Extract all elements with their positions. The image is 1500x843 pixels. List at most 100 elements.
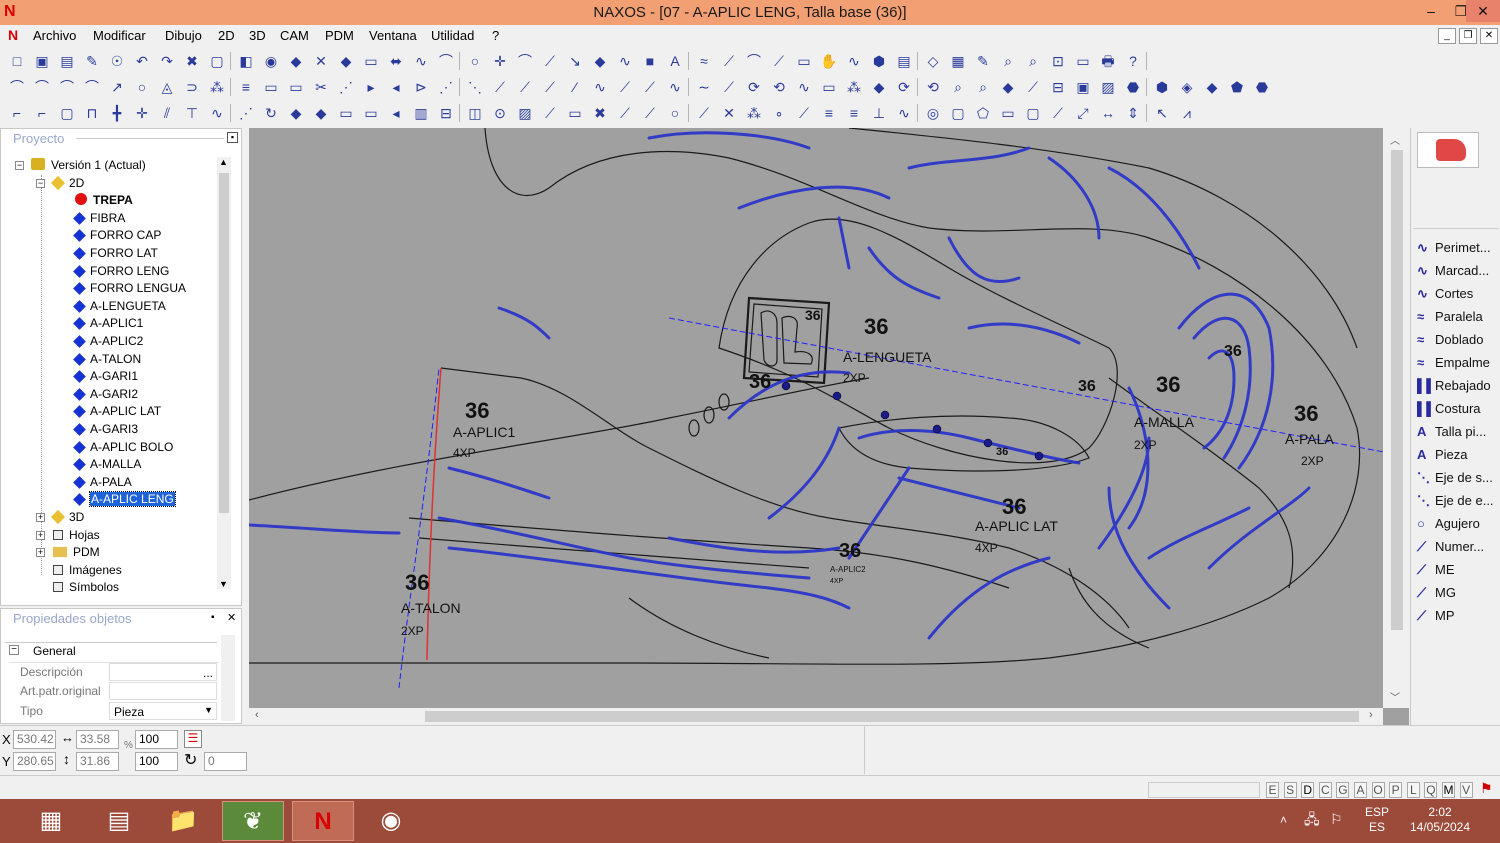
mdi-minimize-button[interactable]: _ xyxy=(1438,28,1456,44)
toolbar-tool-icon[interactable]: ▸ xyxy=(362,78,380,96)
toolbar-tool-icon[interactable]: ✖ xyxy=(591,104,609,122)
toolbar-tool-icon[interactable]: ⊃ xyxy=(183,78,201,96)
tool-item[interactable]: ⟋ ME xyxy=(1417,562,1455,584)
toolbar-tool-icon[interactable]: ✎ xyxy=(83,52,101,70)
toolbar-tool-icon[interactable]: ⋱ xyxy=(466,78,484,96)
toolbar-tool-icon[interactable]: ⌒ xyxy=(83,78,101,96)
tool-item[interactable]: ⋱ Eje de s... xyxy=(1417,470,1493,492)
toolbar-tool-icon[interactable]: ≈ xyxy=(695,52,713,70)
toolbar-tool-icon[interactable]: ⌒ xyxy=(516,52,534,70)
toolbar-tool-icon[interactable]: ⟋ xyxy=(770,52,788,70)
chrome-icon[interactable]: ◉ xyxy=(360,801,422,841)
toolbar-tool-icon[interactable]: ⊳ xyxy=(412,78,430,96)
rotation-field[interactable]: 0 xyxy=(204,752,247,771)
tool-item[interactable]: ▌▌Rebajado xyxy=(1417,378,1491,400)
toolbar-tool-icon[interactable]: ⟋ xyxy=(1049,104,1067,122)
toolbar-tool-icon[interactable]: ▥ xyxy=(412,104,430,122)
toolbar-tool-icon[interactable]: ✛ xyxy=(491,52,509,70)
menu-archivo[interactable]: Archivo xyxy=(33,28,76,43)
toolbar-tool-icon[interactable]: ◆ xyxy=(999,78,1017,96)
tree-item[interactable]: FORRO LENGUA xyxy=(73,280,186,297)
tree-expander-icon[interactable]: − xyxy=(15,161,24,170)
tool-item[interactable]: ∿ Cortes xyxy=(1417,286,1473,308)
toolbar-tool-icon[interactable]: ≡ xyxy=(820,104,838,122)
toolbar-tool-icon[interactable]: ⫽ xyxy=(158,104,176,122)
shoe-preview-thumbnail[interactable] xyxy=(1417,132,1479,168)
toolbar-tool-icon[interactable]: 🖶 xyxy=(1099,52,1117,70)
toolbar-tool-icon[interactable]: ↶ xyxy=(133,52,151,70)
toolbar-tool-icon[interactable]: ⇕ xyxy=(1124,104,1142,122)
toolbar-tool-icon[interactable]: ☉ xyxy=(108,52,126,70)
status-flag-button[interactable]: E xyxy=(1266,782,1279,798)
hscroll-thumb[interactable] xyxy=(425,711,1359,722)
status-flag-button[interactable]: V xyxy=(1459,782,1473,798)
toolbar-tool-icon[interactable]: ✖ xyxy=(183,52,201,70)
toolbar-tool-icon[interactable]: ∘ xyxy=(770,104,788,122)
toolbar-tool-icon[interactable]: ⬌ xyxy=(387,52,405,70)
toolbar-tool-icon[interactable]: ⊙ xyxy=(491,104,509,122)
toolbar-tool-icon[interactable]: ⩘ xyxy=(1178,104,1196,122)
clock[interactable]: 2:02 14/05/2024 xyxy=(1404,805,1476,835)
toolbar-tool-icon[interactable]: ⟋ xyxy=(720,78,738,96)
collapse-general-icon[interactable]: − xyxy=(9,645,19,655)
toolbar-tool-icon[interactable]: A xyxy=(666,52,684,70)
toolbar-tool-icon[interactable]: ◇ xyxy=(924,52,942,70)
toolbar-tool-icon[interactable]: ⊟ xyxy=(437,104,455,122)
scroll-up-icon[interactable]: ︿ xyxy=(1390,132,1400,147)
network-icon[interactable]: 🖧 xyxy=(1304,812,1320,827)
toolbar-tool-icon[interactable]: ✕ xyxy=(312,52,330,70)
tree-item[interactable]: 3D xyxy=(50,509,84,526)
toolbar-tool-icon[interactable]: ○ xyxy=(666,104,684,122)
status-error-icon[interactable]: ⚑ xyxy=(1480,780,1498,798)
drawing-canvas[interactable]: 36 A-LENGUETA 2XP 36 A-APLIC1 4XP 36 A-T… xyxy=(247,127,1409,725)
toolbar-tool-icon[interactable]: ▢ xyxy=(208,52,226,70)
toolbar-tool-icon[interactable]: ↗ xyxy=(108,78,126,96)
description-field[interactable]: ... xyxy=(109,663,217,681)
toolbar-tool-icon[interactable]: ◆ xyxy=(1203,78,1221,96)
mdi-close-button[interactable]: ✕ xyxy=(1480,28,1498,44)
tree-item[interactable]: Símbolos xyxy=(53,579,119,595)
toolbar-tool-icon[interactable]: ⟋ xyxy=(641,104,659,122)
toolbar-tool-icon[interactable]: ▨ xyxy=(516,104,534,122)
toolbar-tool-icon[interactable]: ⟳ xyxy=(895,78,913,96)
toolbar-tool-icon[interactable]: ⌕ xyxy=(974,78,992,96)
flag-icon[interactable]: ⚐ xyxy=(1330,812,1343,827)
calculator-icon[interactable]: ▦ xyxy=(20,801,82,841)
props-scrollbar[interactable] xyxy=(221,635,235,721)
tool-item[interactable]: ▌▌Costura xyxy=(1417,401,1481,423)
tool-item[interactable]: ⟋ MG xyxy=(1417,585,1456,607)
toolbar-tool-icon[interactable]: ⊡ xyxy=(1049,52,1067,70)
status-flag-button[interactable]: A xyxy=(1354,782,1367,798)
tree-item[interactable]: A-GARI1 xyxy=(73,368,138,385)
panel-pin-icon[interactable]: ▪ xyxy=(211,612,215,623)
menu-ventana[interactable]: Ventana xyxy=(369,28,417,43)
toolbar-tool-icon[interactable]: ◆ xyxy=(312,104,330,122)
scale-y-field[interactable]: 100 xyxy=(135,752,178,771)
canvas-vscrollbar[interactable]: ︿ ﹀ xyxy=(1383,128,1409,708)
language-indicator[interactable]: ESP ES xyxy=(1362,805,1392,835)
toolbar-tool-icon[interactable]: ∿ xyxy=(412,52,430,70)
toolbar-tool-icon[interactable]: ⟲ xyxy=(770,78,788,96)
toolbar-tool-icon[interactable]: ⬣ xyxy=(1253,78,1271,96)
toolbar-tool-icon[interactable]: ▢ xyxy=(58,104,76,122)
tipo-select[interactable]: Pieza ▼ xyxy=(109,702,217,720)
tool-item[interactable]: A Pieza xyxy=(1417,447,1468,469)
toolbar-tool-icon[interactable]: ▭ xyxy=(362,104,380,122)
toolbar-tool-icon[interactable]: □ xyxy=(8,52,26,70)
tool-item[interactable]: ⟋ Numer... xyxy=(1417,539,1484,561)
toolbar-tool-icon[interactable]: ∿ xyxy=(591,78,609,96)
tree-expander-icon[interactable]: + xyxy=(36,513,45,522)
tree-item[interactable]: FORRO LENG xyxy=(73,263,169,280)
toolbar-tool-icon[interactable]: ⟲ xyxy=(924,78,942,96)
toolbar-tool-icon[interactable]: ◂ xyxy=(387,104,405,122)
toolbar-tool-icon[interactable]: ▭ xyxy=(999,104,1017,122)
status-flag-button[interactable]: S xyxy=(1283,782,1297,798)
vscroll-thumb[interactable] xyxy=(1391,150,1403,630)
close-button[interactable]: ✕ xyxy=(1466,0,1500,22)
tree-item[interactable]: A-GARI2 xyxy=(73,386,138,403)
toolbar-tool-icon[interactable]: ⋰ xyxy=(237,104,255,122)
toolbar-tool-icon[interactable]: ◆ xyxy=(591,52,609,70)
toolbar-tool-icon[interactable]: ⤢ xyxy=(1074,104,1092,122)
toolbar-tool-icon[interactable]: ╋ xyxy=(108,104,126,122)
toolbar-tool-icon[interactable]: ? xyxy=(1124,52,1142,70)
